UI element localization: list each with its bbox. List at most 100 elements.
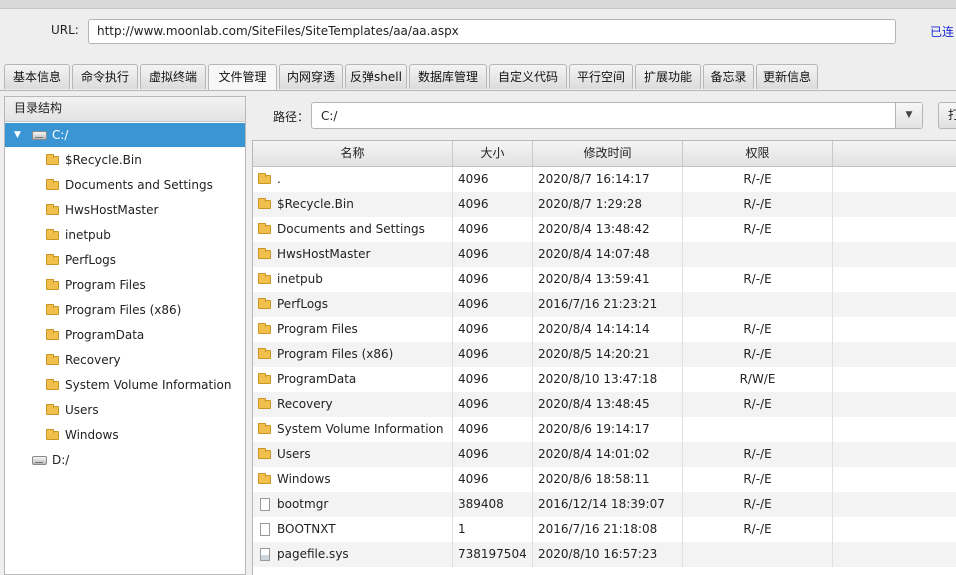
cell-filler xyxy=(833,442,956,467)
file-name-text: Users xyxy=(277,447,311,461)
cell-perm xyxy=(683,417,833,442)
cell-filler xyxy=(833,517,956,542)
tree-item-folder[interactable]: PerfLogs xyxy=(5,248,245,272)
cell-mtime: 2020/8/4 13:48:45 xyxy=(533,392,683,417)
cell-name: Documents and Settings xyxy=(253,217,453,242)
table-row[interactable]: BOOTNXT 1 2016/7/16 21:18:08 R/-/E xyxy=(253,517,956,542)
cell-size: 4096 xyxy=(453,267,533,292)
tree-item-folder[interactable]: Windows xyxy=(5,423,245,447)
tree-item-folder[interactable]: inetpub xyxy=(5,223,245,247)
table-row[interactable]: HwsHostMaster 4096 2020/8/4 14:07:48 xyxy=(253,242,956,267)
cell-filler xyxy=(833,467,956,492)
folder-icon xyxy=(46,279,59,290)
folder-icon xyxy=(46,229,59,240)
cell-name: BOOTNXT xyxy=(253,517,453,542)
file-name-text: System Volume Information xyxy=(277,422,444,436)
table-row[interactable]: Documents and Settings 4096 2020/8/4 13:48… xyxy=(253,217,956,242)
file-name-text: $Recycle.Bin xyxy=(277,197,354,211)
folder-icon xyxy=(46,329,59,340)
cell-name: Users xyxy=(253,442,453,467)
expand-arrow-icon[interactable]: ▼ xyxy=(14,123,21,147)
tree-item-folder[interactable]: Program Files xyxy=(5,273,245,297)
tree-item-label: Program Files (x86) xyxy=(65,303,182,317)
tree-item-label: ProgramData xyxy=(65,328,145,342)
cell-perm: R/W/E xyxy=(683,367,833,392)
cell-filler xyxy=(833,367,956,392)
cell-filler xyxy=(833,492,956,517)
table-row[interactable]: inetpub 4096 2020/8/4 13:59:41 R/-/E xyxy=(253,267,956,292)
cell-name: Program Files xyxy=(253,317,453,342)
tab-2[interactable]: 虚拟终端 xyxy=(140,64,206,89)
table-row[interactable]: Windows 4096 2020/8/6 18:58:11 R/-/E xyxy=(253,467,956,492)
folder-icon xyxy=(258,398,271,409)
cell-size: 1 xyxy=(453,517,533,542)
tab-1[interactable]: 命令执行 xyxy=(72,64,138,89)
path-combobox[interactable]: C:/ ▼ xyxy=(311,102,923,129)
connection-status: 已连 xyxy=(930,25,955,39)
folder-icon xyxy=(46,404,59,415)
tab-8[interactable]: 平行空间 xyxy=(569,64,633,89)
folder-icon xyxy=(46,179,59,190)
file-icon xyxy=(260,498,270,511)
tree-item-folder[interactable]: ProgramData xyxy=(5,323,245,347)
table-row[interactable]: bootmgr 389408 2016/12/14 18:39:07 R/-/E xyxy=(253,492,956,517)
table-row[interactable]: ProgramData 4096 2020/8/10 13:47:18 R/W/E xyxy=(253,367,956,392)
cell-mtime: 2020/8/4 13:59:41 xyxy=(533,267,683,292)
tab-0[interactable]: 基本信息 xyxy=(4,64,70,89)
tab-10[interactable]: 备忘录 xyxy=(703,64,754,89)
tab-4[interactable]: 内网穿透 xyxy=(279,64,343,89)
table-row[interactable]: Program Files (x86) 4096 2020/8/5 14:20:21… xyxy=(253,342,956,367)
tree-item-folder[interactable]: Recovery xyxy=(5,348,245,372)
table-row[interactable]: Program Files 4096 2020/8/4 14:14:14 R/-/E xyxy=(253,317,956,342)
tree-item-folder[interactable]: HwsHostMaster xyxy=(5,198,245,222)
chevron-down-icon[interactable]: ▼ xyxy=(895,103,922,128)
cell-name: ProgramData xyxy=(253,367,453,392)
cell-filler xyxy=(833,242,956,267)
path-label: 路径： xyxy=(273,110,310,124)
cell-mtime: 2016/7/16 21:23:21 xyxy=(533,292,683,317)
tab-7[interactable]: 自定义代码 xyxy=(489,64,567,89)
table-row[interactable]: . 4096 2020/8/7 16:14:17 R/-/E xyxy=(253,167,956,192)
cell-mtime: 2020/8/6 19:14:17 xyxy=(533,417,683,442)
table-row[interactable]: System Volume Information 4096 2020/8/6 19… xyxy=(253,417,956,442)
file-name-text: Recovery xyxy=(277,397,333,411)
tree-item-folder[interactable]: Program Files (x86) xyxy=(5,298,245,322)
table-row[interactable]: $Recycle.Bin 4096 2020/8/7 1:29:28 R/-/E xyxy=(253,192,956,217)
tab-11[interactable]: 更新信息 xyxy=(756,64,818,89)
open-path-button[interactable]: 打 xyxy=(938,102,956,129)
tree-item-folder[interactable]: Documents and Settings xyxy=(5,173,245,197)
tab-3[interactable]: 文件管理 xyxy=(208,64,277,91)
tree-item-label: Documents and Settings xyxy=(65,178,213,192)
tree-item-folder[interactable]: Users xyxy=(5,398,245,422)
column-header-size[interactable]: 大小 xyxy=(453,141,533,166)
file-name-text: Windows xyxy=(277,472,331,486)
tab-9[interactable]: 扩展功能 xyxy=(635,64,701,89)
cell-size: 4096 xyxy=(453,367,533,392)
tree-item-folder[interactable]: System Volume Information xyxy=(5,373,245,397)
column-header-name[interactable]: 名称 xyxy=(253,141,453,166)
folder-icon xyxy=(258,448,271,459)
tab-6[interactable]: 数据库管理 xyxy=(409,64,487,89)
column-header-perm[interactable]: 权限 xyxy=(683,141,833,166)
cell-name: System Volume Information xyxy=(253,417,453,442)
url-input[interactable]: http://www.moonlab.com/SiteFiles/SiteTem… xyxy=(88,19,896,44)
drive-icon xyxy=(32,131,47,140)
cell-perm: R/-/E xyxy=(683,342,833,367)
cell-mtime: 2020/8/7 16:14:17 xyxy=(533,167,683,192)
table-row[interactable]: Recovery 4096 2020/8/4 13:48:45 R/-/E xyxy=(253,392,956,417)
table-row[interactable]: pagefile.sys 738197504 2020/8/10 16:57:23 xyxy=(253,542,956,567)
cell-size: 389408 xyxy=(453,492,533,517)
cell-name: bootmgr xyxy=(253,492,453,517)
column-header-mtime[interactable]: 修改时间 xyxy=(533,141,683,166)
table-row[interactable]: Users 4096 2020/8/4 14:01:02 R/-/E xyxy=(253,442,956,467)
tree-item-drive-d[interactable]: D:/ xyxy=(5,448,245,472)
folder-icon xyxy=(258,248,271,259)
tree-item-drive-c[interactable]: ▼ C:/ xyxy=(5,123,245,147)
cell-perm xyxy=(683,242,833,267)
table-row[interactable]: PerfLogs 4096 2016/7/16 21:23:21 xyxy=(253,292,956,317)
tab-5[interactable]: 反弹shell xyxy=(345,64,407,89)
tree-item-folder[interactable]: $Recycle.Bin xyxy=(5,148,245,172)
system-file-icon xyxy=(260,548,270,561)
cell-size: 4096 xyxy=(453,217,533,242)
tree-item-label: D:/ xyxy=(52,453,70,467)
